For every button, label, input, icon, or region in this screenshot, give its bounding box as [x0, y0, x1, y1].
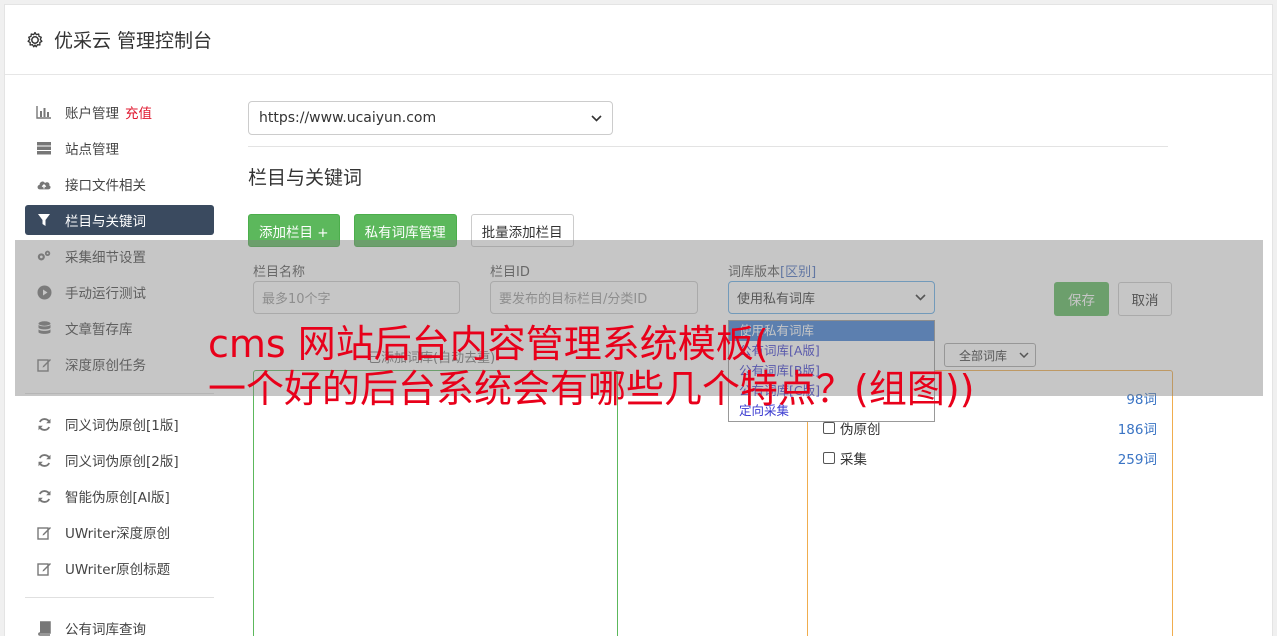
refresh-icon [36, 452, 52, 468]
site-select-value: https://www.ucaiyun.com [259, 110, 437, 126]
column-id-field: 栏目ID 要发布的目标栏目/分类ID [490, 261, 698, 314]
gears-icon [36, 248, 52, 264]
column-name-input[interactable]: 最多10个字 [253, 281, 460, 314]
sidebar-item-label: 智能伪原创[AI版] [65, 490, 170, 506]
sidebar-item-label: 公有词库查询 [65, 622, 146, 636]
sidebar-item-columns-keywords[interactable]: 栏目与关键词 [25, 205, 214, 235]
edit-icon [36, 524, 52, 540]
divider [248, 146, 1168, 147]
sidebar-item-uwriter-title[interactable]: UWriter原创标题 [25, 553, 214, 583]
play-circle-icon [36, 284, 52, 300]
library-version-field: 词库版本[区别] 使用私有词库 [728, 261, 935, 314]
sidebar-item-label: 同义词伪原创[2版] [65, 454, 179, 470]
sidebar-item-manual-run[interactable]: 手动运行测试 [25, 277, 214, 307]
site-select[interactable]: https://www.ucaiyun.com [248, 101, 613, 135]
sidebar-item-label: 接口文件相关 [65, 178, 146, 194]
list-item[interactable]: 采集 259词 [823, 443, 1157, 473]
library-count: 259词 [1117, 452, 1157, 468]
sidebar-divider [25, 393, 214, 394]
sidebar-item-article-store[interactable]: 文章暂存库 [25, 313, 214, 343]
sidebar-item-ai-rewrite[interactable]: 智能伪原创[AI版] [25, 481, 214, 511]
sidebar-item-deep-original[interactable]: 深度原创任务 [25, 349, 214, 379]
save-button[interactable]: 保存 [1054, 282, 1109, 316]
watermark-line-2: 一个好的后台系统会有哪些几个特点？(组图)) [208, 367, 975, 411]
sidebar-item-label: 手动运行测试 [65, 286, 146, 302]
sidebar-item-label: 账户管理 [65, 106, 119, 122]
batch-add-column-button[interactable]: 批量添加栏目 [470, 214, 574, 247]
app-title: 优采云 管理控制台 [54, 30, 213, 52]
sidebar-item-api-files[interactable]: 接口文件相关 [25, 169, 214, 199]
refresh-icon [36, 488, 52, 504]
sidebar-item-label: UWriter原创标题 [65, 562, 171, 578]
edit-icon [36, 356, 52, 372]
cancel-button[interactable]: 取消 [1118, 282, 1172, 316]
edit-icon [36, 560, 52, 576]
library-checkbox[interactable] [823, 452, 835, 464]
version-diff-link[interactable]: [区别] [780, 265, 816, 280]
recharge-link[interactable]: 充值 [125, 102, 152, 122]
sidebar: 账户管理 充值 站点管理 接口文件相关 栏目与关键词 采集细节设置 手动运行测试… [25, 97, 214, 636]
refresh-icon [36, 416, 52, 432]
sidebar-item-uwriter-deep[interactable]: UWriter深度原创 [25, 517, 214, 547]
sidebar-divider [25, 597, 214, 598]
watermark-line-1: cms 网站后台内容管理系统模板( [208, 322, 769, 366]
library-name: 采集 [840, 452, 867, 468]
database-icon [36, 320, 52, 336]
sidebar-item-label: 深度原创任务 [65, 358, 146, 374]
cloud-upload-icon [36, 176, 52, 192]
column-name-label: 栏目名称 [253, 265, 306, 280]
private-library-button[interactable]: 私有词库管理 [353, 214, 457, 247]
sidebar-item-sites[interactable]: 站点管理 [25, 133, 214, 163]
add-column-button[interactable]: 添加栏目 + [248, 214, 340, 247]
column-id-input[interactable]: 要发布的目标栏目/分类ID [490, 281, 698, 314]
main-panel: https://www.ucaiyun.com 栏目与关键词 添加栏目 + 私有… [248, 101, 1173, 636]
sidebar-item-public-lib-query[interactable]: 公有词库查询 [25, 613, 214, 636]
sidebar-item-collect-settings[interactable]: 采集细节设置 [25, 241, 214, 271]
sidebar-item-synonym-v1[interactable]: 同义词伪原创[1版] [25, 409, 214, 439]
top-bar: 优采云 管理控制台 [5, 5, 1272, 75]
column-name-field: 栏目名称 最多10个字 [253, 261, 460, 314]
button-row: 添加栏目 + 私有词库管理 批量添加栏目 [248, 214, 1168, 247]
library-checkbox[interactable] [823, 422, 835, 434]
filter-icon [36, 212, 52, 228]
sidebar-item-label: UWriter深度原创 [65, 526, 171, 542]
chevron-down-icon [915, 294, 926, 301]
sidebar-item-synonym-v2[interactable]: 同义词伪原创[2版] [25, 445, 214, 475]
sidebar-item-label: 同义词伪原创[1版] [65, 418, 179, 434]
sidebar-item-label: 栏目与关键词 [65, 214, 146, 230]
app-window: 优采云 管理控制台 账户管理 充值 站点管理 接口文件相关 栏目与关键词 采集细… [4, 4, 1273, 636]
bar-chart-icon [36, 104, 52, 120]
sidebar-item-account[interactable]: 账户管理 充值 [25, 97, 214, 127]
library-version-value: 使用私有词库 [737, 292, 816, 307]
book-icon [36, 620, 52, 636]
gear-icon [27, 31, 43, 47]
server-icon [36, 140, 52, 156]
column-form: 栏目名称 最多10个字 栏目ID 要发布的目标栏目/分类ID 词库版本[区别] … [248, 261, 1172, 321]
library-version-label: 词库版本[区别] [728, 265, 817, 280]
sidebar-item-label: 站点管理 [65, 142, 119, 158]
chevron-down-icon [591, 114, 602, 122]
column-id-label: 栏目ID [490, 265, 530, 280]
watermark-text: cms 网站后台内容管理系统模板( 一个好的后台系统会有哪些几个特点？(组图)) [208, 322, 1208, 412]
section-title: 栏目与关键词 [248, 167, 363, 189]
sidebar-item-label: 文章暂存库 [65, 322, 133, 338]
library-count: 186词 [1117, 422, 1157, 438]
library-version-select[interactable]: 使用私有词库 [728, 281, 935, 314]
sidebar-item-label: 采集细节设置 [65, 250, 146, 266]
